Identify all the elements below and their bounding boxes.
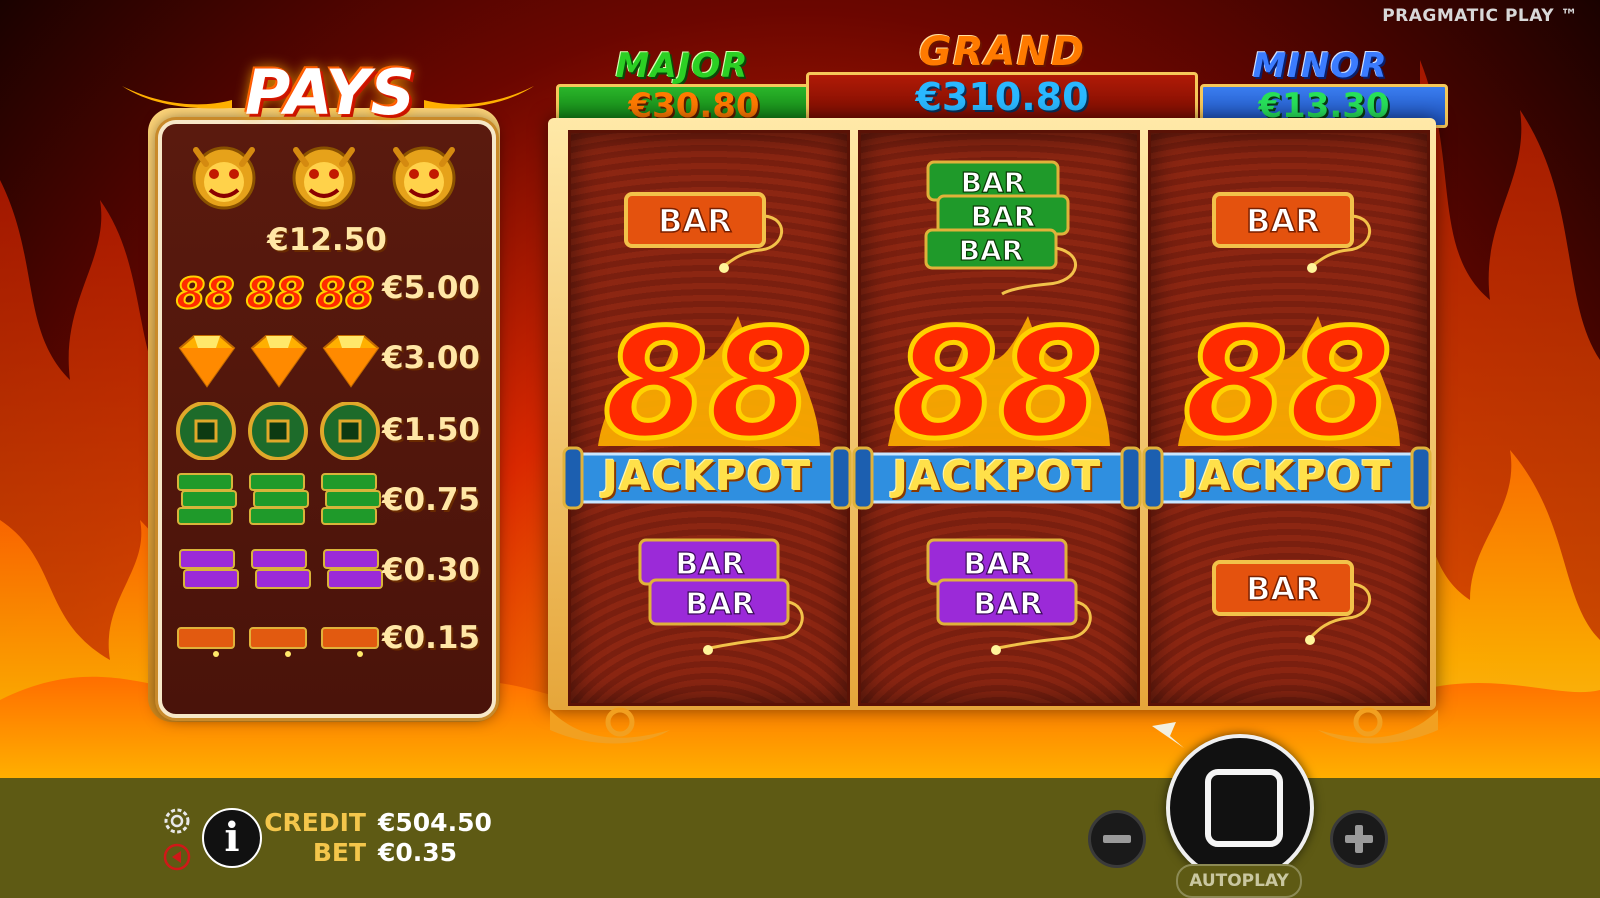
bar-label: BAR [658, 202, 732, 240]
stop-square-icon [1205, 769, 1283, 847]
reel-1-top-orange-bar: BAR [624, 192, 783, 273]
coin-symbols [176, 402, 380, 460]
grand-jackpot-value: €310.80 [806, 72, 1198, 122]
pay-row-purple-bar: €0.30 [162, 544, 492, 596]
minor-jackpot-label: MINOR [1252, 46, 1388, 86]
svg-text:BAR: BAR [959, 234, 1024, 267]
bet-label: BET [312, 838, 366, 867]
game-scene: PRAGMATIC PLAY ™ €12.50 88 88 88 €5.00 €… [0, 0, 1600, 898]
reel-1-bottom-purple-double-bar: BAR BAR [638, 538, 804, 655]
pay-value-purple-bar: €0.30 [381, 552, 480, 588]
pay-row-orange-bar: €0.15 [162, 614, 492, 664]
spin-arrow-indicator [1152, 722, 1184, 748]
left-cloud-ornament [122, 86, 232, 109]
right-reel-ornament [1318, 707, 1438, 744]
svg-text:BAR: BAR [1246, 570, 1320, 608]
sound-icon [163, 843, 191, 871]
reel-3-top-orange-bar: BAR [1212, 192, 1371, 273]
pay-row-88: 88 88 88 €5.00 [162, 264, 492, 316]
credit-value: €504.50 [378, 808, 492, 837]
autoplay-button[interactable]: AUTOPLAY [1176, 864, 1302, 898]
svg-text:88: 88 [894, 298, 1103, 456]
svg-text:BAR: BAR [685, 587, 754, 622]
reel-1-jackpot-text: JACKPOT [602, 452, 812, 500]
reel-3-bottom-orange-bar: BAR [1212, 560, 1371, 645]
svg-text:BAR: BAR [1246, 202, 1320, 240]
88-symbols: 88 88 88 [175, 268, 375, 316]
major-jackpot-label: MAJOR [615, 46, 749, 86]
left-reel-ornament [550, 707, 670, 744]
reel-1-middle-88: 88 [598, 296, 820, 456]
svg-text:BAR: BAR [973, 587, 1042, 622]
svg-text:88: 88 [176, 269, 234, 316]
svg-text:88: 88 [604, 298, 813, 456]
pay-value-green-bar: €0.75 [381, 482, 480, 518]
reel-2-top-green-triple-bar: BAR BAR BAR [924, 160, 1077, 296]
orange-bar-symbols [177, 627, 379, 658]
pay-value-orange-bar: €0.15 [381, 620, 480, 656]
settings-button[interactable] [162, 806, 192, 836]
pay-row-diamond: €3.00 [162, 330, 492, 390]
grand-jackpot-label: GRAND [918, 29, 1086, 75]
info-icon: i [224, 814, 240, 861]
reel-3-middle-88: 88 [1178, 296, 1400, 456]
reel-2-bottom-purple-double-bar: BAR BAR [926, 538, 1092, 655]
svg-text:BAR: BAR [963, 547, 1032, 582]
svg-text:88: 88 [1184, 298, 1393, 456]
minus-icon [1103, 835, 1131, 843]
bet-value: €0.35 [378, 838, 458, 867]
right-cloud-ornament [424, 86, 534, 109]
gear-icon [164, 808, 190, 834]
reel-2-middle-88: 88 [888, 296, 1110, 456]
pay-value-dragon: €12.50 [267, 222, 387, 258]
pay-value-88: €5.00 [381, 270, 480, 306]
svg-text:88: 88 [316, 269, 374, 316]
svg-text:BAR: BAR [675, 547, 744, 582]
pay-value-diamond: €3.00 [381, 340, 480, 376]
svg-text:88: 88 [246, 269, 304, 316]
svg-text:BAR: BAR [961, 166, 1026, 199]
decrease-bet-button[interactable] [1088, 810, 1146, 868]
dragon-symbols [192, 132, 476, 224]
purple-double-bar-symbols [179, 549, 383, 589]
reel-3-jackpot-text: JACKPOT [1182, 452, 1392, 500]
info-button[interactable]: i [202, 808, 262, 868]
plus-icon [1345, 825, 1373, 853]
pay-value-coin: €1.50 [381, 412, 480, 448]
credit-label: CREDIT [264, 808, 366, 837]
reel-2-jackpot-text: JACKPOT [892, 452, 1102, 500]
svg-text:BAR: BAR [971, 200, 1036, 233]
pay-row-green-bar: €0.75 [162, 470, 492, 530]
green-triple-bar-symbols [177, 473, 381, 525]
paytable-panel: €12.50 88 88 88 €5.00 €3.00 €1.50 €0.75 … [158, 120, 496, 718]
provider-logo: PRAGMATIC PLAY ™ [1382, 6, 1578, 26]
diamond-symbols [178, 335, 379, 388]
increase-bet-button[interactable] [1330, 810, 1388, 868]
paytable-title: PAYS [244, 56, 416, 129]
pay-row-coin: €1.50 [162, 402, 492, 460]
sound-button[interactable] [162, 842, 192, 872]
